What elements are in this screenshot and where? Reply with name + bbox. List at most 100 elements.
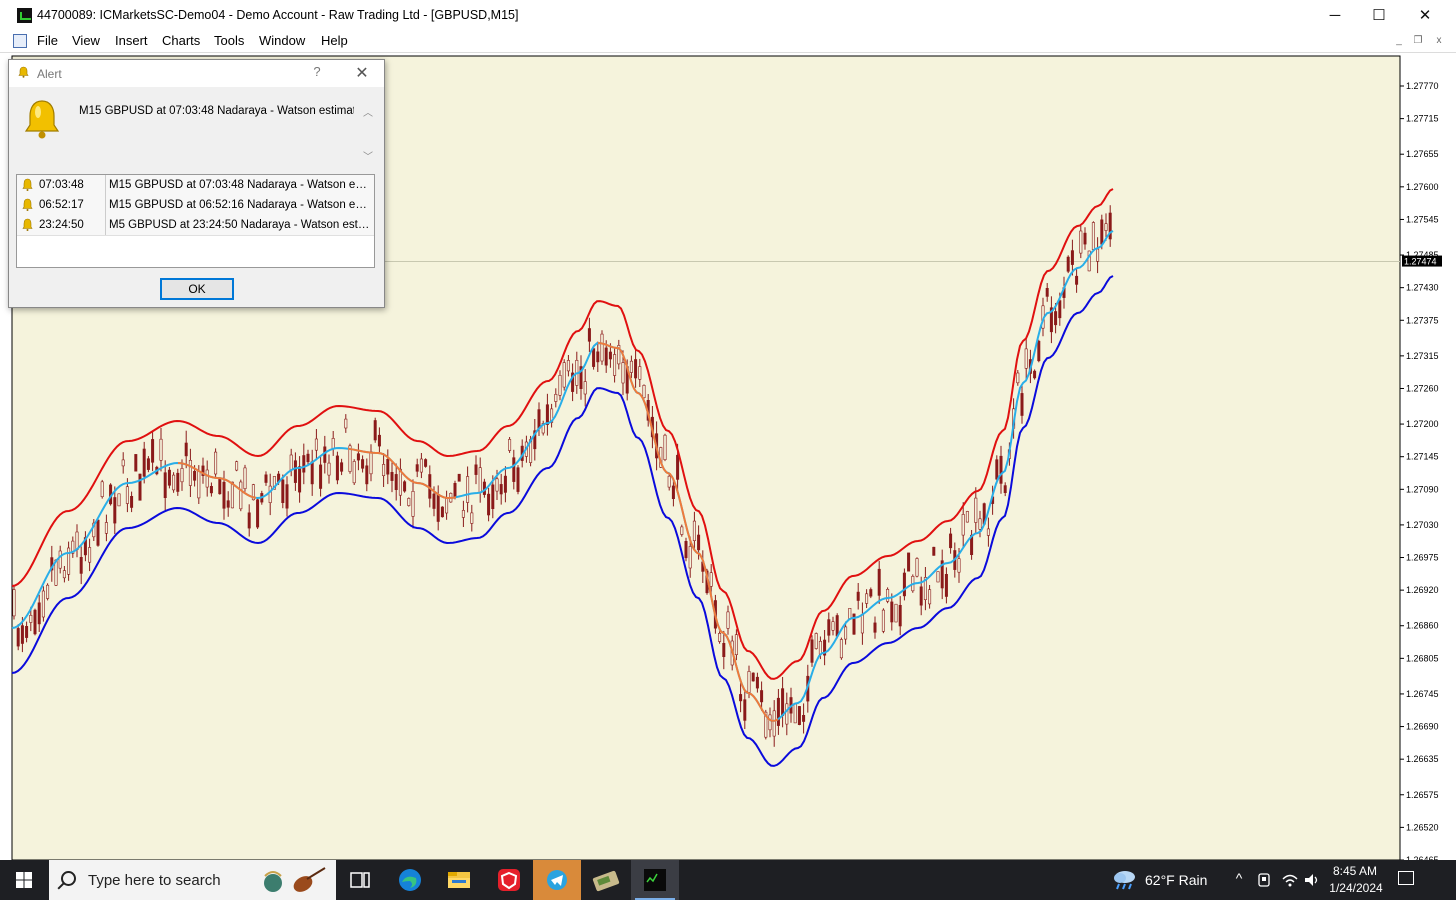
alert-row-message: M5 GBPUSD at 23:24:50 Nadaraya - Watson … xyxy=(109,219,371,231)
candle-body xyxy=(386,458,390,475)
candle-body xyxy=(865,593,869,604)
candle-body xyxy=(638,366,642,380)
candle-body xyxy=(440,506,444,518)
clock-date[interactable]: 1/24/2024 xyxy=(1324,881,1388,895)
app-chip-icon[interactable] xyxy=(582,860,630,900)
alert-close-button[interactable]: ✕ xyxy=(353,63,371,83)
candle-body xyxy=(734,634,738,656)
candle-body xyxy=(554,393,558,402)
candle-body xyxy=(516,467,520,492)
candle-body xyxy=(503,475,507,493)
price-tick-label: 1.27030 xyxy=(1406,520,1439,530)
candle-body xyxy=(432,493,436,509)
weather-rain-icon[interactable] xyxy=(1112,868,1138,890)
candle-body xyxy=(394,474,398,490)
edge-icon[interactable] xyxy=(386,860,434,900)
candle-body xyxy=(894,603,898,623)
candle-body xyxy=(537,409,541,430)
candle-body xyxy=(176,472,180,492)
minimize-button[interactable]: ─ xyxy=(1312,0,1358,31)
candle-body xyxy=(331,438,335,449)
menu-help[interactable]: Help xyxy=(321,33,348,48)
mdi-restore-button[interactable]: ❐ xyxy=(1411,34,1425,48)
security-app-icon[interactable] xyxy=(485,860,533,900)
candle-body xyxy=(642,384,646,398)
candle-body xyxy=(403,481,407,492)
candle-body xyxy=(604,347,608,366)
candle-body xyxy=(243,467,247,489)
candle-body xyxy=(1079,230,1083,254)
scroll-down-icon[interactable]: ﹀ xyxy=(362,148,374,163)
candle-body xyxy=(373,420,377,441)
candle-body xyxy=(382,464,386,476)
candle-body xyxy=(839,639,843,659)
maximize-button[interactable]: ☐ xyxy=(1356,0,1402,31)
mdi-minimize-button[interactable]: _ xyxy=(1392,34,1406,48)
price-tick-label: 1.27545 xyxy=(1406,214,1439,224)
price-tick-label: 1.27090 xyxy=(1406,484,1439,494)
candle-body xyxy=(978,518,982,530)
candle-body xyxy=(558,374,562,396)
candle-body xyxy=(743,699,747,721)
candle-body xyxy=(424,459,428,467)
candle-body xyxy=(218,478,222,495)
alert-row[interactable]: 07:03:48 M15 GBPUSD at 07:03:48 Nadaraya… xyxy=(17,175,374,196)
candle-body xyxy=(29,614,33,623)
menu-window[interactable]: Window xyxy=(259,33,305,48)
chevron-up-icon[interactable]: ^ xyxy=(1228,870,1250,886)
wifi-icon[interactable] xyxy=(1279,871,1301,889)
candle-body xyxy=(831,621,835,631)
task-view-icon[interactable] xyxy=(336,860,384,900)
candle-body xyxy=(415,464,419,472)
price-tick-label: 1.26575 xyxy=(1406,790,1439,800)
candle-body xyxy=(117,493,121,507)
candle-body xyxy=(600,333,604,362)
candle-body xyxy=(146,458,150,470)
current-price-label: 1.27474 xyxy=(1404,257,1437,267)
alert-row-message: M15 GBPUSD at 07:03:48 Nadaraya - Watson… xyxy=(109,179,371,191)
candle-body xyxy=(419,458,423,473)
document-icon[interactable] xyxy=(13,34,27,48)
candle-body xyxy=(163,472,167,499)
weather-text[interactable]: 62°F Rain xyxy=(1145,872,1207,888)
clock-time[interactable]: 8:45 AM xyxy=(1330,864,1380,878)
ok-button[interactable]: OK xyxy=(160,278,234,300)
candle-body xyxy=(142,448,146,477)
scroll-up-icon[interactable]: ︿ xyxy=(362,104,374,119)
candle-body xyxy=(802,714,806,722)
candle-body xyxy=(310,461,314,485)
candle-body xyxy=(722,642,726,657)
meet-now-icon[interactable] xyxy=(1254,871,1276,889)
alert-row[interactable]: 06:52:17 M15 GBPUSD at 06:52:16 Nadaraya… xyxy=(17,195,374,216)
candle-body xyxy=(247,512,251,529)
candle-body xyxy=(818,640,822,655)
menu-insert[interactable]: Insert xyxy=(115,33,148,48)
help-button[interactable]: ? xyxy=(309,64,325,82)
alert-row[interactable]: 23:24:50 M5 GBPUSD at 23:24:50 Nadaraya … xyxy=(17,215,374,236)
notification-icon[interactable] xyxy=(1398,871,1414,885)
price-tick-label: 1.27770 xyxy=(1406,81,1439,91)
candle-body xyxy=(1016,372,1020,384)
icmarkets-terminal-icon[interactable] xyxy=(631,860,679,900)
candle-body xyxy=(100,481,104,497)
search-highlight-icon xyxy=(264,867,326,892)
candle-body xyxy=(747,671,751,693)
mdi-close-button[interactable]: x xyxy=(1432,34,1446,48)
candle-body xyxy=(877,568,881,596)
menu-tools[interactable]: Tools xyxy=(214,33,244,48)
menu-file[interactable]: File xyxy=(37,33,58,48)
candle-body xyxy=(113,497,117,524)
alert-row-message: M15 GBPUSD at 06:52:16 Nadaraya - Watson… xyxy=(109,199,371,211)
volume-icon[interactable] xyxy=(1301,871,1323,889)
windows-start-icon[interactable] xyxy=(0,860,48,900)
menu-view[interactable]: View xyxy=(72,33,100,48)
close-button[interactable]: ✕ xyxy=(1402,0,1448,31)
menu-charts[interactable]: Charts xyxy=(162,33,200,48)
bell-icon xyxy=(22,198,33,211)
candle-body xyxy=(881,609,885,632)
title-bar: 44700089: ICMarketsSC-Demo04 - Demo Acco… xyxy=(0,0,1456,31)
telegram-icon[interactable] xyxy=(533,860,581,900)
candle-body xyxy=(306,453,310,463)
file-explorer-icon[interactable] xyxy=(435,860,483,900)
search-input[interactable]: Type here to search xyxy=(49,860,336,900)
